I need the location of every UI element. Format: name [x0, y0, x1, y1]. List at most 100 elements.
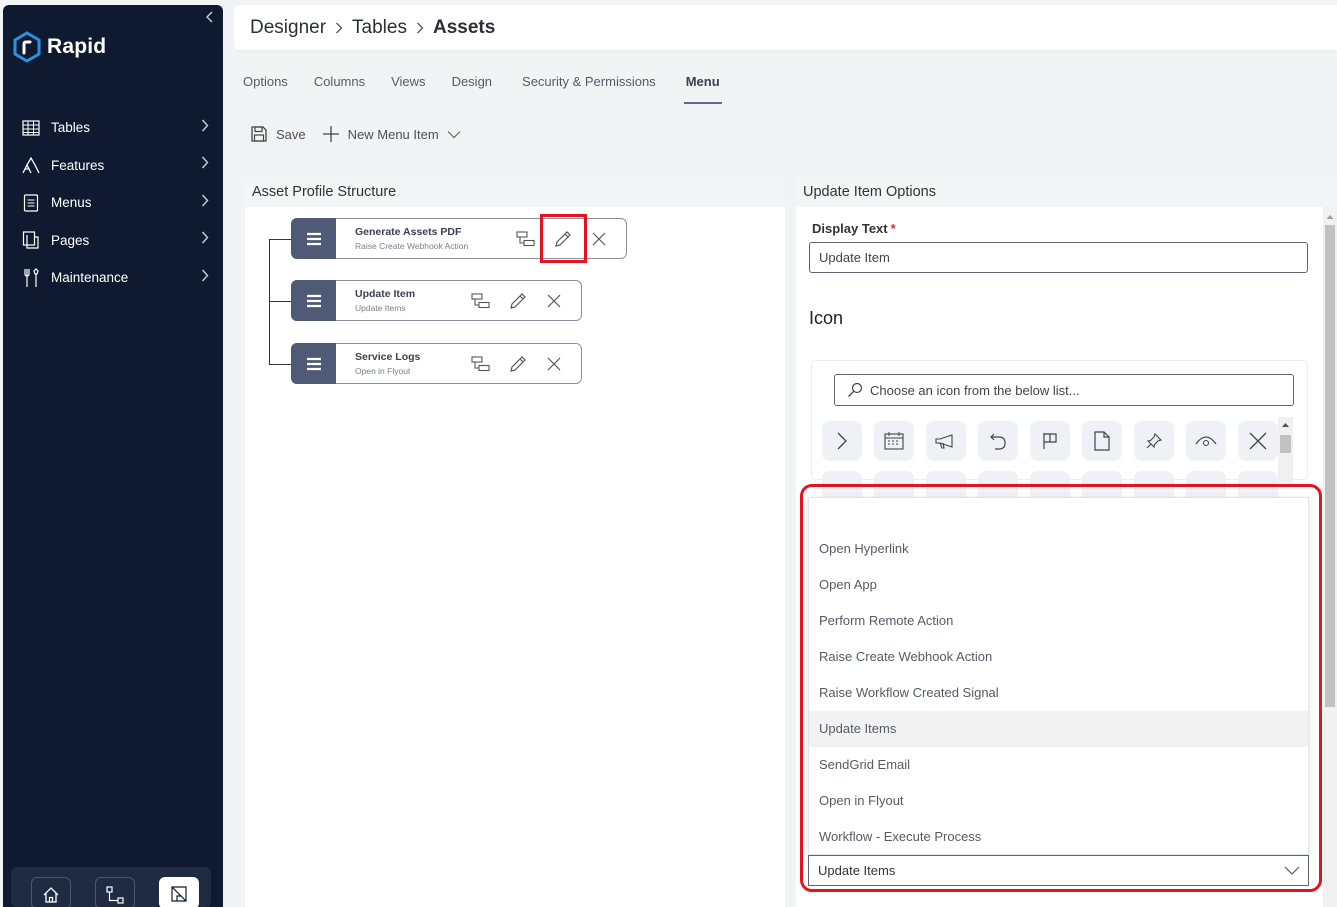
hierarchy-icon [471, 293, 490, 309]
new-menu-item-button[interactable]: New Menu Item [322, 125, 461, 143]
edit-button[interactable] [506, 289, 530, 313]
close-icon [547, 294, 561, 308]
chevron-right-icon [201, 119, 209, 137]
save-button[interactable]: Save [250, 125, 306, 143]
chevron-right-icon [201, 156, 209, 174]
pencil-icon [510, 356, 526, 372]
tab-menu[interactable]: Menu [683, 74, 722, 104]
undo-icon[interactable] [978, 421, 1018, 461]
breadcrumb-designer[interactable]: Designer [250, 17, 326, 39]
chevron-right-icon [416, 21, 424, 35]
close-icon[interactable] [1238, 421, 1278, 461]
panel-scroll-thumb[interactable] [1325, 225, 1335, 707]
breadcrumb-assets: Assets [432, 16, 496, 38]
icon-picker-scroll-thumb[interactable] [1280, 435, 1291, 453]
designer-button[interactable] [159, 877, 199, 907]
close-icon [547, 357, 561, 371]
panel-scrollbar[interactable] [1323, 207, 1337, 907]
hierarchy-icon [516, 231, 535, 247]
logo: Rapid [13, 31, 106, 63]
menu-item-subtitle: Open in Flyout [355, 366, 411, 376]
chevron-right-icon [335, 21, 343, 35]
save-icon [251, 126, 267, 142]
chevron-down-icon [447, 130, 461, 138]
menu-item-subtitle: Raise Create Webhook Action [355, 241, 469, 251]
sidebar-bottom-bar [11, 867, 211, 907]
chevron-right-icon [201, 269, 209, 287]
icon-picker-scrollbar[interactable] [1278, 417, 1293, 483]
chevron-right-icon [201, 194, 209, 212]
icon-search-input[interactable]: Choose an icon from the below list... [834, 374, 1294, 406]
sidebar-item-label: Pages [51, 232, 90, 248]
menu-item-card[interactable]: Service Logs Open in Flyout [291, 343, 582, 384]
file-icon[interactable] [1082, 421, 1122, 461]
chevron-right-icon[interactable] [822, 421, 862, 461]
add-child-button[interactable] [514, 227, 538, 251]
menu-item-card[interactable]: Update Item Update Items [291, 280, 582, 321]
hamburger-icon [306, 294, 321, 307]
wrench-icon [21, 267, 41, 288]
tree-connector [269, 301, 291, 302]
features-icon [21, 155, 41, 175]
drag-handle[interactable] [291, 343, 336, 384]
add-child-button[interactable] [469, 352, 493, 376]
tab-columns[interactable]: Columns [314, 74, 365, 104]
tree-connector [269, 239, 291, 240]
delete-button[interactable] [587, 227, 611, 251]
sidebar-item-menus[interactable]: Menus [3, 184, 223, 222]
display-text-field[interactable]: Update Item [809, 242, 1308, 273]
menu-list-icon [21, 193, 41, 213]
display-text-label: Display Text * [812, 221, 896, 236]
home-icon [43, 887, 59, 903]
megaphone-icon[interactable] [926, 421, 966, 461]
delete-button[interactable] [542, 289, 566, 313]
sidebar-item-features[interactable]: Features [3, 147, 223, 185]
sidebar-item-pages[interactable]: Pages [3, 222, 223, 260]
add-child-button[interactable] [469, 289, 493, 313]
item-options-title: Update Item Options [796, 177, 1337, 207]
plus-icon [322, 126, 339, 142]
edit-button[interactable] [506, 352, 530, 376]
tab-options[interactable]: Options [243, 74, 288, 104]
scroll-up-arrow-icon [1326, 215, 1334, 219]
icon-heading: Icon [809, 308, 844, 328]
chevron-right-icon [201, 231, 209, 249]
close-icon [592, 232, 606, 246]
drag-handle[interactable] [291, 280, 336, 321]
tree-connector [269, 239, 270, 365]
pin-icon[interactable] [1134, 421, 1174, 461]
menu-item-title: Update Item [355, 288, 416, 300]
structure-panel: Asset Profile Structure Generate Assets … [245, 177, 785, 907]
menu-item-title: Generate Assets PDF [355, 226, 462, 238]
designer-icon [171, 886, 187, 902]
sidebar-item-maintenance[interactable]: Maintenance [3, 259, 223, 297]
flow-button[interactable] [95, 877, 135, 907]
table-icon [21, 118, 41, 138]
icon-search-placeholder: Choose an icon from the below list... [870, 382, 1080, 398]
save-label: Save [276, 126, 306, 142]
sidebar-nav: Tables Features Menus Pages Maintenance [3, 109, 223, 297]
logo-text: Rapid [47, 35, 107, 58]
tab-security-permissions[interactable]: Security & Permissions [522, 74, 656, 104]
home-button[interactable] [31, 877, 71, 907]
tab-bar: Options Columns Views Design Security & … [243, 74, 746, 104]
sidebar-item-label: Menus [51, 195, 92, 211]
scroll-up-arrow-icon [1282, 423, 1289, 427]
collapse-sidebar-icon[interactable] [205, 11, 217, 23]
menu-item-title: Service Logs [355, 351, 421, 363]
sidebar-item-label: Tables [51, 120, 91, 136]
flag-icon[interactable] [1030, 421, 1070, 461]
breadcrumb-tables[interactable]: Tables [352, 17, 407, 39]
required-mark: * [890, 221, 896, 236]
new-menu-item-label: New Menu Item [347, 126, 439, 142]
tab-design[interactable]: Design [452, 74, 492, 104]
eye-icon[interactable] [1186, 421, 1226, 461]
calendar-icon[interactable] [874, 421, 914, 461]
tab-views[interactable]: Views [391, 74, 425, 104]
sidebar-item-label: Maintenance [51, 270, 129, 286]
search-icon [848, 382, 863, 397]
drag-handle[interactable] [291, 218, 336, 259]
edit-highlight-box [540, 214, 587, 263]
delete-button[interactable] [542, 352, 566, 376]
sidebar-item-tables[interactable]: Tables [3, 109, 223, 147]
